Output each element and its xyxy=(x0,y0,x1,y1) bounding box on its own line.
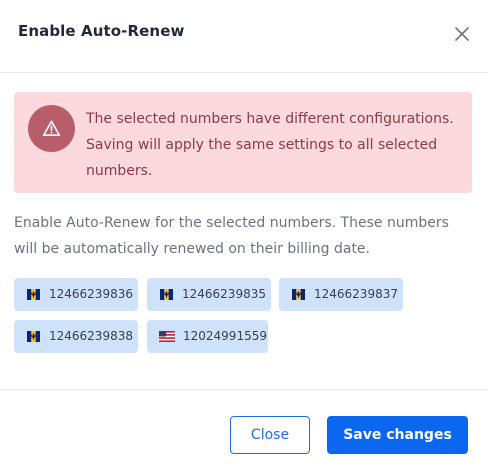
barbados-flag-icon xyxy=(27,331,40,342)
number-chip: 12024991559 xyxy=(147,320,268,353)
barbados-flag-icon xyxy=(27,289,40,300)
number-chip: 12466239837 xyxy=(279,278,403,311)
alert-message: The selected numbers have different conf… xyxy=(86,111,454,179)
close-icon[interactable] xyxy=(452,24,472,44)
dialog-title: Enable Auto-Renew xyxy=(18,22,185,40)
barbados-flag-icon xyxy=(292,289,305,300)
dialog-footer: Close Save changes xyxy=(0,389,488,473)
number-chip: 12466239838 xyxy=(14,320,138,353)
warning-alert: The selected numbers have different conf… xyxy=(14,92,472,193)
warning-triangle-icon xyxy=(28,105,75,152)
us-flag-icon xyxy=(159,331,175,342)
barbados-flag-icon xyxy=(160,289,173,300)
dialog-header: Enable Auto-Renew xyxy=(0,0,488,73)
enable-auto-renew-dialog: Enable Auto-Renew The selected numbers h… xyxy=(0,0,488,472)
phone-number: 12466239835 xyxy=(182,287,266,301)
phone-number: 12466239836 xyxy=(49,287,133,301)
close-button[interactable]: Close xyxy=(230,416,310,454)
number-chip: 12466239836 xyxy=(14,278,138,311)
number-chip: 12466239835 xyxy=(147,278,271,311)
save-changes-button[interactable]: Save changes xyxy=(327,416,468,454)
description-text: Enable Auto-Renew for the selected numbe… xyxy=(14,215,449,257)
phone-number: 12466239837 xyxy=(314,287,398,301)
phone-number: 12466239838 xyxy=(49,329,133,343)
phone-number: 12024991559 xyxy=(183,329,267,343)
